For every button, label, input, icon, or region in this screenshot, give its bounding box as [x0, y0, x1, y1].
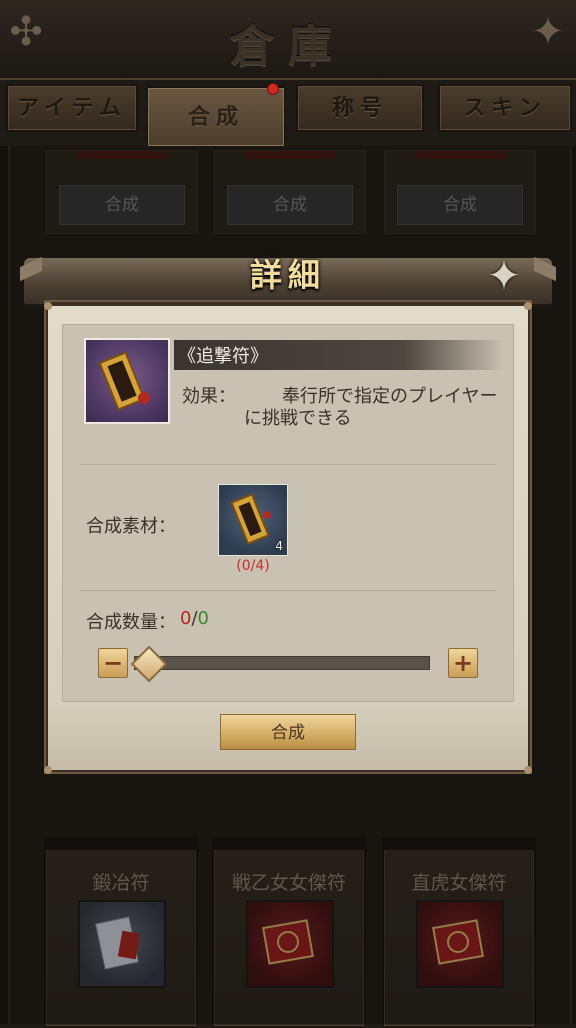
quantity-current: 0 — [180, 608, 192, 629]
stud-icon — [44, 302, 52, 310]
material-slot[interactable]: 4 — [218, 484, 288, 556]
modal-title: 詳細 — [249, 256, 326, 294]
combine-button[interactable]: 合成 — [220, 714, 356, 750]
divider — [80, 464, 496, 465]
close-icon[interactable]: ✦ — [526, 10, 570, 54]
quantity-label: 合成数量： — [86, 612, 176, 633]
close-icon[interactable]: ✦ — [480, 252, 528, 300]
stud-icon — [524, 302, 532, 310]
quantity-value: 0/0 — [180, 608, 209, 629]
page-title: 倉庫 — [230, 21, 346, 72]
tab-bar: アイテム 合成 称号 スキン — [0, 84, 576, 148]
notification-badge — [268, 84, 278, 94]
effect-text-continued: に挑戦できる — [244, 408, 352, 429]
decrease-button[interactable]: − — [98, 648, 128, 678]
effect-label: 効果： — [182, 386, 236, 407]
quantity-max: 0 — [197, 608, 209, 629]
tab-titles[interactable]: 称号 — [296, 84, 424, 132]
tab-combine[interactable]: 合成 — [146, 84, 286, 148]
tab-combine-label: 合成 — [187, 104, 244, 130]
quantity-slider[interactable] — [134, 656, 430, 670]
item-name: 《追撃符》 — [178, 346, 268, 367]
divider — [80, 590, 496, 591]
tab-items[interactable]: アイテム — [6, 84, 138, 132]
material-progress: (0/4) — [236, 558, 270, 574]
stud-icon — [44, 766, 52, 774]
header: ✣ 倉庫 ✦ — [0, 0, 576, 80]
increase-button[interactable]: + — [448, 648, 478, 678]
material-count: 4 — [275, 539, 283, 553]
materials-label: 合成素材： — [86, 516, 176, 537]
stud-icon — [524, 766, 532, 774]
tab-skins[interactable]: スキン — [438, 84, 572, 132]
pursuit-talisman-icon — [84, 338, 170, 424]
